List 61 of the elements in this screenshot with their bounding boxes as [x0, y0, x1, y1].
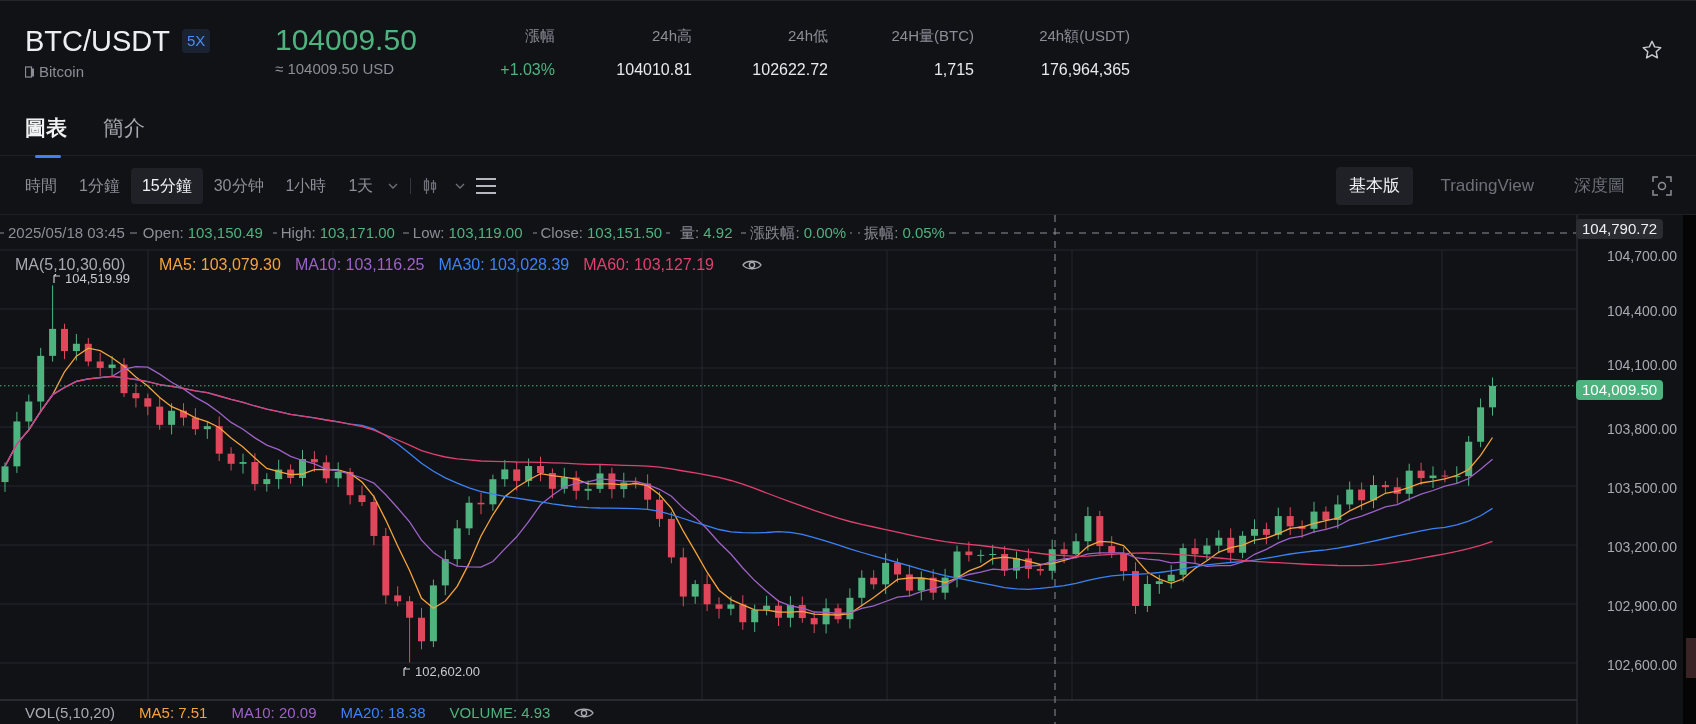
volume-legend-value: MA10: 20.09	[231, 704, 317, 722]
stat-value: 104010.81	[616, 59, 692, 80]
stat-label: 24h高	[651, 26, 692, 46]
crosshair-price-label: 104,790.72	[1576, 219, 1664, 239]
chart-view-tab[interactable]: 基本版	[1336, 167, 1414, 205]
interval-tab[interactable]: 1分鐘	[68, 168, 131, 204]
ma-legend-value: MA5: 103,079.30	[159, 255, 281, 275]
candlestick-icon[interactable]	[423, 177, 438, 195]
volume-legend-value: VOLUME: 4.93	[449, 704, 551, 722]
leverage-badge: 5X	[182, 28, 211, 54]
interval-tab[interactable]: 時間	[14, 168, 68, 204]
ma-legend-value: MA30: 103,028.39	[438, 255, 570, 275]
chart-view-tab[interactable]: TradingView	[1427, 167, 1547, 205]
usd-price: ≈ 104009.50 USD	[275, 59, 396, 79]
y-axis-label: 102,900.00	[1605, 598, 1677, 614]
caret-icon[interactable]	[388, 183, 399, 189]
interval-tab[interactable]: 15分鐘	[130, 168, 203, 204]
coin-name: Bitcoin	[39, 62, 85, 82]
ma-legend-value: MA10: 103,116.25	[294, 255, 425, 275]
y-axis-label: 103,800.00	[1605, 421, 1677, 437]
y-axis-label: 104,700.00	[1605, 248, 1677, 264]
stat-value: 102622.72	[752, 59, 828, 80]
last-price-label: 104,009.50	[1576, 379, 1664, 400]
stat-value: 176,964,365	[1041, 59, 1130, 80]
low-price-marker: 102,602.00	[415, 663, 481, 681]
stat-label: 24H量(BTC)	[891, 26, 974, 46]
arrow-icon	[402, 667, 411, 677]
stat-label: 漲幅	[525, 26, 555, 46]
tab[interactable]: 圖表	[25, 104, 67, 158]
interval-tab[interactable]: 1小時	[274, 168, 338, 204]
volume-legend-value: MA5: 7.51	[139, 704, 208, 722]
y-axis-label: 102,600.00	[1605, 657, 1677, 673]
field-label: 振幅:	[860, 224, 903, 242]
y-axis-label: 104,400.00	[1605, 303, 1677, 319]
stat-label: 24h額(USDT)	[1039, 26, 1130, 46]
stat-value: 1,715	[933, 59, 974, 80]
y-axis-label: 103,500.00	[1605, 480, 1677, 496]
y-axis-label: 103,200.00	[1605, 539, 1677, 555]
interval-tab[interactable]: 1天	[337, 168, 385, 204]
y-axis-label: 104,100.00	[1605, 357, 1677, 373]
screenshot-icon[interactable]	[1652, 176, 1672, 196]
field-label: High:	[276, 224, 320, 242]
caret-icon[interactable]	[455, 183, 466, 189]
stat-value: +1.03%	[500, 59, 555, 80]
field-label: 量:	[676, 224, 704, 242]
chart-view-tab[interactable]: 深度圖	[1561, 167, 1638, 205]
list-icon[interactable]	[475, 177, 498, 195]
last-price: 104009.50	[275, 22, 418, 58]
pair-title: BTC/USDT	[25, 24, 170, 59]
scrollbar-thumb[interactable]	[1686, 638, 1696, 678]
eye-icon[interactable]	[574, 706, 595, 720]
tab[interactable]: 簡介	[103, 104, 145, 158]
volume-legend-value: MA20: 18.38	[340, 704, 426, 722]
interval-tab[interactable]: 30分钟	[202, 168, 275, 204]
ma-legend-value: MA60: 103,127.19	[583, 255, 714, 275]
volume-legend-title: VOL(5,10,20)	[25, 704, 116, 722]
eye-icon[interactable]	[742, 258, 762, 272]
star-icon	[1641, 39, 1663, 61]
stat-label: 24h低	[787, 26, 828, 46]
coin-icon	[25, 66, 35, 79]
arrow-icon	[52, 274, 61, 284]
